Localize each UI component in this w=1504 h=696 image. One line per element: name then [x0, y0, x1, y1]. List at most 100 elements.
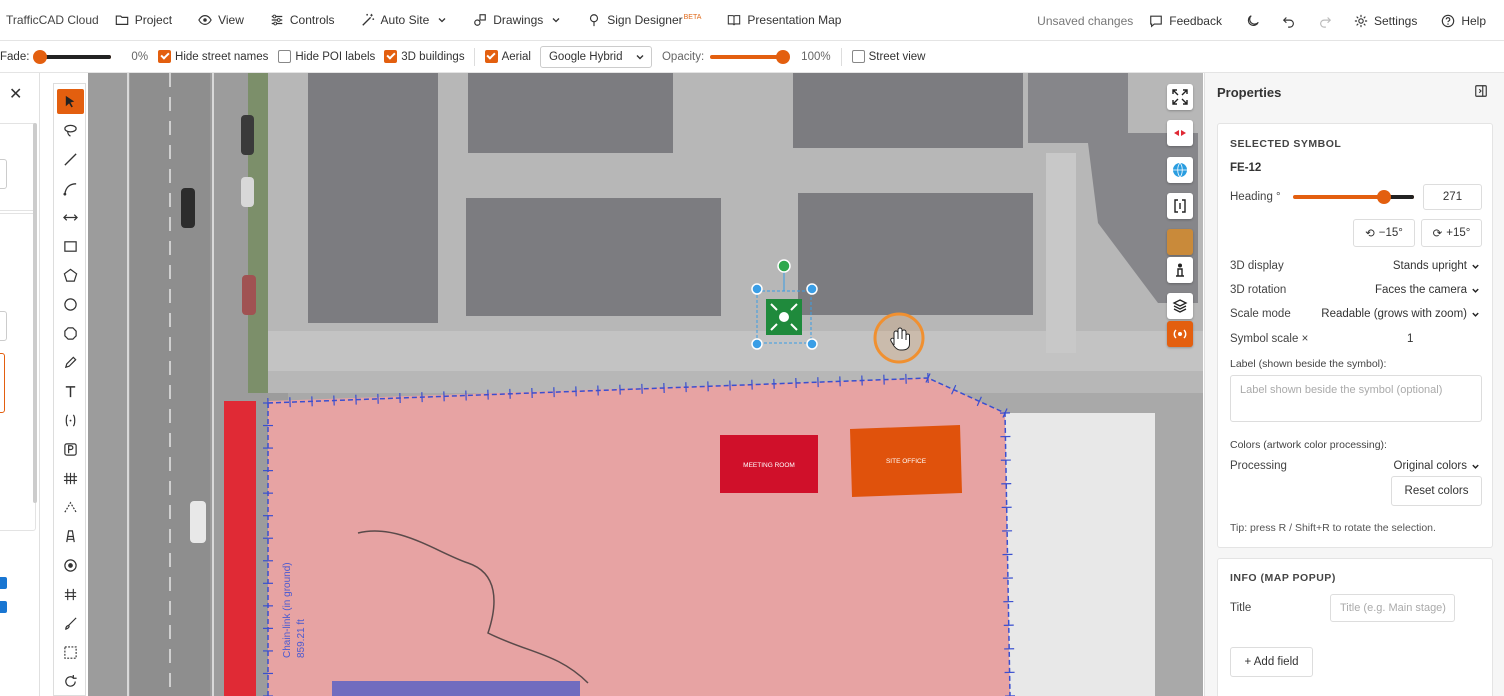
brush-tool[interactable] — [57, 611, 84, 636]
hide-poi-labels-box[interactable] — [278, 50, 292, 63]
fade-slider[interactable] — [33, 49, 112, 64]
fullscreen-button[interactable] — [1167, 84, 1193, 110]
close-icon[interactable]: ✕ — [9, 84, 22, 104]
marquee-tool[interactable] — [57, 640, 84, 665]
barrier-tool[interactable] — [57, 524, 84, 549]
symbol-scale-input[interactable]: 1 — [1407, 333, 1413, 345]
north-arrow-button[interactable] — [1167, 120, 1193, 146]
satellite-thumbnail-button[interactable] — [1167, 229, 1193, 255]
heading-input[interactable]: 271 — [1423, 184, 1482, 210]
menu-controls[interactable]: Controls — [270, 13, 335, 27]
theme-toggle-button[interactable] — [1246, 14, 1260, 28]
info-title-input[interactable]: Title (e.g. Main stage) — [1330, 594, 1455, 622]
double-arrow-icon — [63, 214, 78, 221]
ellipse-tool[interactable] — [57, 321, 84, 346]
checkbox-blue[interactable] — [0, 577, 7, 589]
reset-colors-button[interactable]: Reset colors — [1391, 476, 1482, 506]
street-view-checkbox[interactable]: Street view — [851, 50, 925, 63]
curve-tool[interactable] — [57, 176, 84, 201]
polygon-tool[interactable] — [57, 263, 84, 288]
bracket-view-button[interactable] — [1167, 193, 1193, 219]
resize-handle[interactable] — [806, 338, 818, 350]
menu-drawings[interactable]: Drawings — [473, 13, 561, 27]
line-tool[interactable] — [57, 147, 84, 172]
menu-presentation-map[interactable]: Presentation Map — [727, 13, 841, 27]
menu-view[interactable]: View — [198, 13, 244, 27]
feedback-button[interactable]: Feedback — [1149, 14, 1222, 28]
panel-input[interactable] — [0, 159, 7, 189]
text-tool[interactable] — [57, 379, 84, 404]
layers-button[interactable] — [1167, 293, 1193, 319]
menu-auto-site[interactable]: Auto Site — [361, 13, 448, 27]
scale-mode-select[interactable]: Readable (grows with zoom) — [1321, 308, 1480, 320]
aerial-box[interactable] — [484, 50, 498, 63]
parking-tool[interactable] — [57, 437, 84, 462]
bracket-tool[interactable] — [57, 408, 84, 433]
rotate-tool[interactable] — [57, 669, 84, 694]
heading-slider[interactable] — [1293, 190, 1414, 204]
processing-select[interactable]: Original colors — [1394, 460, 1481, 472]
label-textarea[interactable]: Label shown beside the symbol (optional) — [1230, 375, 1482, 422]
target-icon — [64, 559, 77, 572]
crosswalk-tool[interactable] — [57, 466, 84, 491]
car — [181, 188, 195, 228]
menu-sign-designer[interactable]: Sign DesignerBETA — [587, 13, 701, 27]
resize-handle[interactable] — [751, 283, 763, 295]
menu-project[interactable]: Project — [115, 13, 172, 27]
map-drawing[interactable]: MEETING ROOM SITE OFFICE Chain-link (in … — [88, 73, 1203, 696]
location-button[interactable] — [1167, 321, 1193, 347]
chat-icon — [1150, 15, 1163, 27]
rotate-minus-15-button[interactable]: ⟲ −15° — [1353, 219, 1415, 247]
resize-handle[interactable] — [751, 338, 763, 350]
undo-button[interactable] — [1282, 14, 1296, 28]
panel-collapse-icon[interactable] — [1474, 84, 1488, 98]
opacity-slider[interactable] — [710, 49, 791, 64]
checkbox-blue[interactable] — [0, 601, 7, 613]
hide-street-names-checkbox[interactable]: Hide street names — [158, 50, 268, 63]
3d-buildings-box[interactable] — [384, 50, 398, 63]
3d-rotation-select[interactable]: Faces the camera — [1375, 284, 1480, 296]
grid-tool[interactable] — [57, 582, 84, 607]
heading-slider-knob[interactable] — [1376, 190, 1391, 204]
street-view-pegman-button[interactable] — [1167, 257, 1193, 283]
redo-button[interactable] — [1318, 14, 1332, 28]
rotation-tip: Tip: press R / Shift+R to rotate the sel… — [1230, 522, 1436, 534]
lasso-tool[interactable] — [57, 118, 84, 143]
layers-panel: ✕ — [0, 73, 40, 696]
opacity-slider-knob[interactable] — [776, 49, 791, 64]
rotate-plus-15-button[interactable]: ⟳ +15° — [1421, 219, 1482, 247]
label-field-label: Label (shown beside the symbol): — [1230, 358, 1387, 370]
fade-slider-knob[interactable] — [33, 49, 48, 64]
blue-hatch-area[interactable] — [332, 681, 580, 696]
work-zone-area[interactable] — [268, 378, 1010, 696]
pencil-tool[interactable] — [57, 350, 84, 375]
basemap-select[interactable]: Google Hybrid — [539, 45, 652, 68]
settings-button[interactable]: Settings — [1354, 14, 1417, 28]
add-field-button[interactable]: + Add field — [1230, 647, 1313, 677]
building — [798, 193, 1033, 315]
panel-selected-item[interactable] — [0, 353, 5, 413]
select-tool[interactable] — [57, 89, 84, 114]
rectangle-tool[interactable] — [57, 234, 84, 259]
book-icon — [728, 15, 741, 26]
red-barrier[interactable] — [224, 401, 256, 696]
measure-tool[interactable] — [57, 205, 84, 230]
circle-tool[interactable] — [57, 292, 84, 317]
3d-buildings-checkbox[interactable]: 3D buildings — [384, 50, 465, 63]
resize-handle[interactable] — [806, 283, 818, 295]
aerial-checkbox[interactable]: Aerial — [484, 50, 531, 63]
map-canvas[interactable]: MEETING ROOM SITE OFFICE Chain-link (in … — [88, 73, 1203, 696]
scrollbar[interactable] — [33, 123, 37, 503]
street-view-box[interactable] — [851, 50, 865, 63]
3d-display-select[interactable]: Stands upright — [1393, 260, 1480, 272]
help-button[interactable]: Help — [1441, 14, 1486, 28]
rectangle-icon — [64, 241, 77, 252]
panel-input[interactable] — [0, 311, 7, 341]
hide-poi-labels-checkbox[interactable]: Hide POI labels — [278, 50, 375, 63]
marker-tool[interactable] — [57, 553, 84, 578]
globe-button[interactable] — [1167, 157, 1193, 183]
rotation-handle[interactable] — [777, 259, 791, 273]
hide-street-names-box[interactable] — [158, 50, 172, 63]
path-tool[interactable] — [57, 495, 84, 520]
chevron-down-icon — [636, 54, 644, 59]
